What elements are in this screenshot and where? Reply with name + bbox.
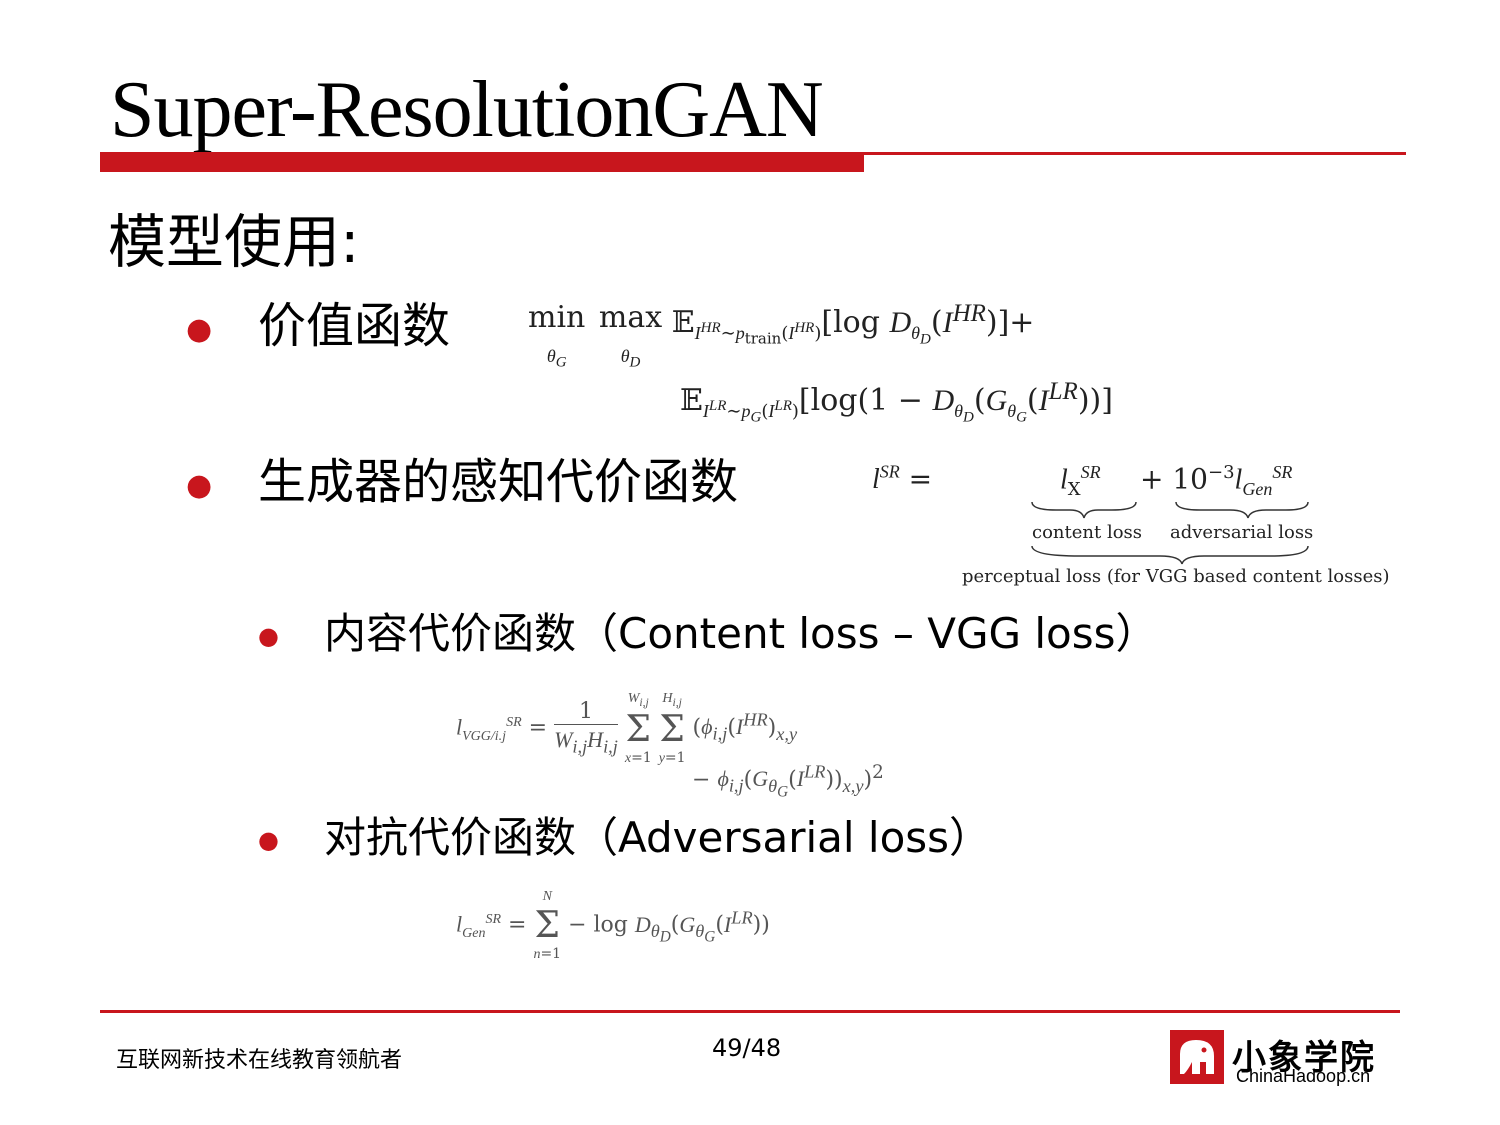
perceptual-formula-adversarial-term: + 10−3lGenSR bbox=[1140, 462, 1293, 499]
bullet-value-function: 价值函数 bbox=[258, 298, 451, 354]
label-adversarial-loss: adversarial loss bbox=[1170, 522, 1314, 543]
bullet-perceptual-cost: 生成器的感知代价函数 bbox=[258, 454, 739, 510]
perceptual-formula-lhs: lSR = bbox=[872, 462, 933, 496]
bullet-dot: ● bbox=[186, 468, 213, 503]
slide-title: Super-ResolutionGAN bbox=[110, 66, 824, 154]
label-perceptual-loss: perceptual loss (for VGG based content l… bbox=[962, 566, 1390, 587]
content-loss-formula-line2: − ϕi,j(GθG(ILR))x,y)2 bbox=[692, 762, 884, 801]
content-loss-formula-line1: lVGG/i.jSR = 1 Wi,jHi,j Wi,j Σx=1 Hi,j Σy=1… bbox=[456, 691, 798, 766]
value-function-formula-line2: 𝔼ILR∼pG(ILR)[log(1 − DθD(GθG(ILR))] bbox=[680, 378, 1113, 426]
bullet-dot: ● bbox=[258, 622, 279, 650]
page-number: 49/48 bbox=[712, 1034, 782, 1062]
perceptual-formula-content-term: lXSR bbox=[1060, 462, 1101, 500]
adversarial-loss-formula: lGenSR = N Σn=1 − log DθD(GθG(ILR)) bbox=[456, 889, 770, 962]
bullet-adversarial-loss: 对抗代价函数（Adversarial loss） bbox=[324, 813, 992, 862]
title-divider-thick bbox=[100, 155, 864, 172]
footer-divider bbox=[100, 1010, 1400, 1013]
bullet-dot: ● bbox=[258, 826, 279, 854]
bullet-dot: ● bbox=[186, 312, 213, 347]
elephant-logo-icon bbox=[1170, 1030, 1224, 1084]
footer-slogan: 互联网新技术在线教育领航者 bbox=[116, 1048, 403, 1073]
logo-text-en: ChinaHadoop.cn bbox=[1236, 1066, 1371, 1086]
section-heading: 模型使用: bbox=[108, 208, 360, 276]
bullet-content-loss: 内容代价函数（Content loss – VGG loss） bbox=[324, 609, 1158, 658]
value-function-formula-line1: min θG max θD 𝔼IHR∼ptrain(IHR)[log DθD(IHR… bbox=[528, 300, 1035, 371]
label-content-loss: content loss bbox=[1032, 522, 1143, 543]
